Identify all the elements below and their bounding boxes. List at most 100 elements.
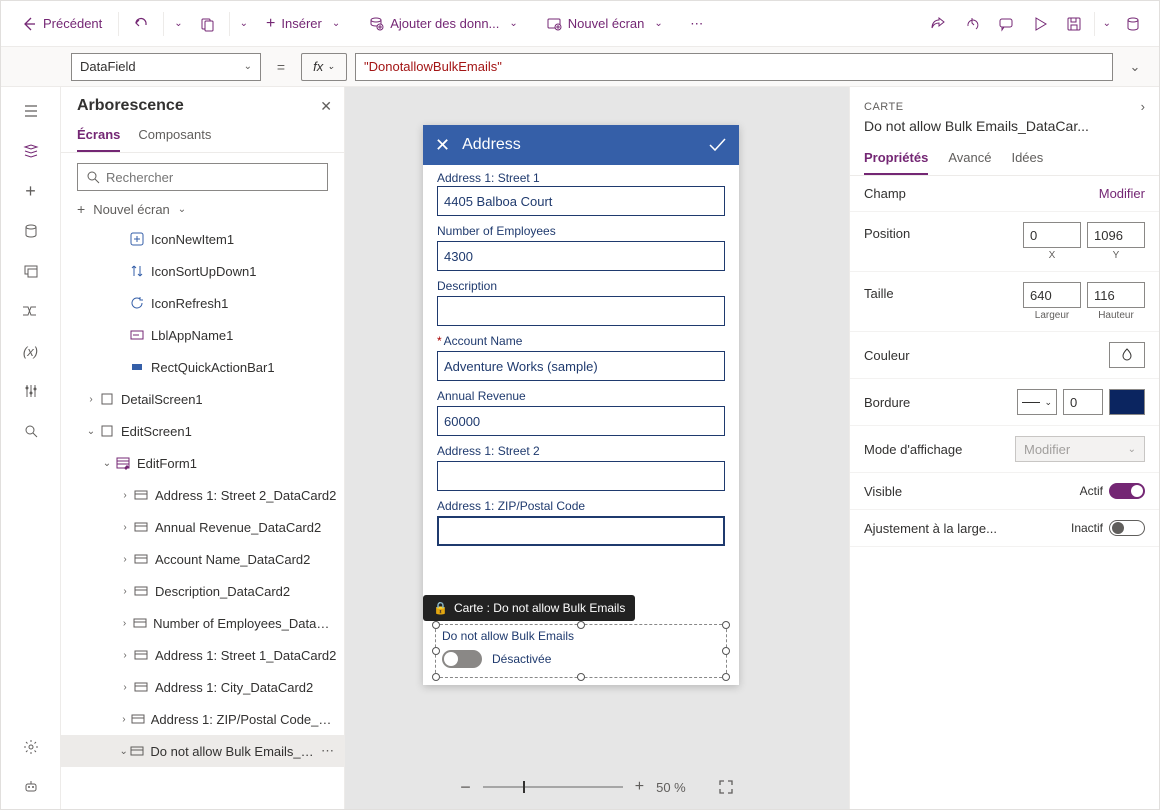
tree-item[interactable]: ⌄EditScreen1 [61,415,344,447]
fit-toggle[interactable] [1109,520,1145,536]
tree-view-icon[interactable] [13,133,49,169]
property-select[interactable]: DataField ⌄ [71,53,261,81]
tree-item-label: Description_DataCard2 [155,584,290,599]
cancel-icon[interactable]: ✕ [435,135,450,156]
paste-button[interactable] [191,8,223,40]
checker-icon[interactable] [956,8,988,40]
expand-formula-button[interactable]: ⌄ [1121,53,1149,81]
tab-components[interactable]: Composants [138,119,211,152]
edit-field-link[interactable]: Modifier [1099,186,1145,201]
bot-rail-icon[interactable] [13,769,49,805]
visible-toggle[interactable] [1109,483,1145,499]
card-tooltip: 🔒 Carte : Do not allow Bulk Emails [423,595,635,621]
tree-item[interactable]: ›Address 1: Street 2_DataCard2 [61,479,344,511]
tree-item[interactable]: IconRefresh1 [61,287,344,319]
tree-item[interactable]: ⌄Do not allow Bulk Emails_DataCard2⋯ [61,735,344,767]
height-input[interactable]: 116 [1087,282,1145,308]
media-rail-icon[interactable] [13,253,49,289]
tree-item-label: IconSortUpDown1 [151,264,257,279]
hamburger-icon[interactable] [13,93,49,129]
search-input[interactable] [106,170,319,185]
pos-x-input[interactable]: 0 [1023,222,1081,248]
border-width-input[interactable]: 0 [1063,389,1103,415]
chevron-right-icon[interactable]: › [1141,99,1145,114]
tree-item-label: Annual Revenue_DataCard2 [155,520,321,535]
tab-screens[interactable]: Écrans [77,119,120,152]
add-data-button[interactable]: Ajouter des donn... ⌄ [358,8,532,39]
more-icon[interactable]: ⋯ [317,743,338,759]
tab-advanced[interactable]: Avancé [948,142,991,175]
field-label: Annual Revenue [437,389,725,403]
new-screen-link[interactable]: + Nouvel écran ⌄ [61,197,344,223]
publish-icon[interactable] [1117,8,1149,40]
save-chevron[interactable]: ⌄ [1099,14,1115,33]
border-color-picker[interactable] [1109,389,1145,415]
tree-item-label: LblAppName1 [151,328,233,343]
tree-search[interactable] [77,163,328,191]
tab-ideas[interactable]: Idées [1011,142,1043,175]
data-rail-icon[interactable] [13,213,49,249]
comments-icon[interactable] [990,8,1022,40]
rev-input[interactable] [437,406,725,436]
paste-chevron[interactable]: ⌄ [236,14,252,33]
formula-input[interactable]: "DonotallowBulkEmails" [355,53,1113,81]
tree-item[interactable]: ›Number of Employees_DataCard2 [61,607,344,639]
desc-input[interactable] [437,296,725,326]
new-screen-button[interactable]: Nouvel écran ⌄ [536,8,677,39]
flows-rail-icon[interactable] [13,293,49,329]
prop-row-size: Taille 640Largeur 116Hauteur [850,272,1159,332]
tree-item[interactable]: RectQuickActionBar1 [61,351,344,383]
zoom-slider[interactable] [483,786,623,788]
accept-icon[interactable] [707,135,727,155]
formula-bar: DataField ⌄ = fx ⌄ "DonotallowBulkEmails… [1,47,1159,87]
play-icon[interactable] [1024,8,1056,40]
street2-input[interactable] [437,461,725,491]
settings-rail-icon[interactable] [13,729,49,765]
overflow-button[interactable]: ⋯ [681,8,713,40]
tree-item[interactable]: ›Address 1: Street 1_DataCard2 [61,639,344,671]
tree-item[interactable]: IconNewItem1 [61,223,344,255]
toggle-state: Désactivée [492,652,551,666]
tree-item[interactable]: ›Address 1: City_DataCard2 [61,671,344,703]
tree-item[interactable]: ›Address 1: ZIP/Postal Code_DataCard2 [61,703,344,735]
street1-input[interactable] [437,186,725,216]
color-picker[interactable] [1109,342,1145,368]
undo-chevron[interactable]: ⌄ [170,14,186,33]
advanced-rail-icon[interactable] [13,373,49,409]
close-icon[interactable]: ✕ [320,98,332,115]
tree-item[interactable]: ›DetailScreen1 [61,383,344,415]
share-icon[interactable] [922,8,954,40]
tree-item-label: IconNewItem1 [151,232,234,247]
tree-item[interactable]: ›Account Name_DataCard2 [61,543,344,575]
numemp-input[interactable] [437,241,725,271]
border-style-select[interactable]: ⌄ [1017,389,1057,415]
zoom-in-button[interactable]: + [635,778,644,796]
zoom-out-button[interactable]: − [460,777,471,798]
toggle-control[interactable] [442,650,482,668]
tree-item[interactable]: LblAppName1 [61,319,344,351]
selected-card[interactable]: Do not allow Bulk Emails Désactivée [435,624,727,678]
tree-item[interactable]: IconSortUpDown1 [61,255,344,287]
acct-input[interactable] [437,351,725,381]
fit-screen-icon[interactable] [718,779,734,795]
width-input[interactable]: 640 [1023,282,1081,308]
fx-button[interactable]: fx ⌄ [301,53,347,81]
prop-row-fit: Ajustement à la large... Inactif [850,510,1159,547]
save-icon[interactable] [1058,8,1090,40]
tree-item[interactable]: ⌄EditForm1 [61,447,344,479]
variables-rail-icon[interactable]: (x) [13,333,49,369]
prop-row-field: Champ Modifier [850,176,1159,212]
pos-y-input[interactable]: 1096 [1087,222,1145,248]
zip-input[interactable] [437,516,725,546]
back-button[interactable]: Précédent [11,10,112,38]
field-label: Description [437,279,725,293]
undo-button[interactable] [125,8,157,40]
insert-rail-icon[interactable]: + [13,173,49,209]
insert-button[interactable]: + Insérer ⌄ [256,8,354,39]
tab-properties[interactable]: Propriétés [864,142,928,175]
prop-row-color: Couleur [850,332,1159,379]
tree-item[interactable]: ›Description_DataCard2 [61,575,344,607]
search-rail-icon[interactable] [13,413,49,449]
field-label: Number of Employees [437,224,725,238]
tree-item[interactable]: ›Annual Revenue_DataCard2 [61,511,344,543]
